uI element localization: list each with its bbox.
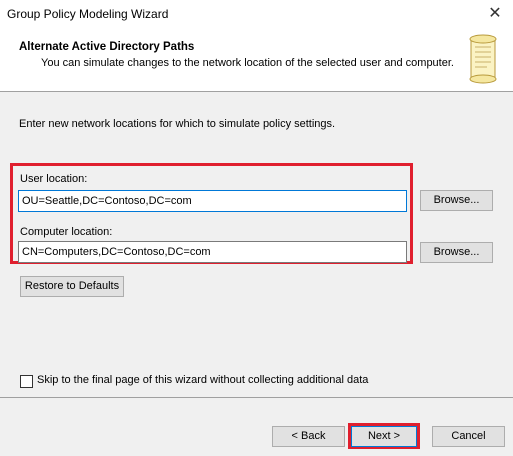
user-browse-button[interactable]: Browse... xyxy=(420,190,493,211)
back-button[interactable]: < Back xyxy=(272,426,345,447)
scroll-icon xyxy=(469,34,497,84)
restore-defaults-button[interactable]: Restore to Defaults xyxy=(20,276,124,297)
page-subtitle: You can simulate changes to the network … xyxy=(41,57,454,69)
next-button[interactable]: Next > xyxy=(351,426,417,447)
window-title: Group Policy Modeling Wizard xyxy=(7,7,169,21)
instruction-text: Enter new network locations for which to… xyxy=(19,118,336,130)
computer-location-label: Computer location: xyxy=(20,226,113,238)
skip-checkbox-label[interactable]: Skip to the final page of this wizard wi… xyxy=(37,374,368,386)
title-bar: Group Policy Modeling Wizard ✕ xyxy=(0,0,513,28)
cancel-button[interactable]: Cancel xyxy=(432,426,505,447)
close-icon[interactable]: ✕ xyxy=(485,4,505,24)
computer-location-input[interactable]: CN=Computers,DC=Contoso,DC=com xyxy=(18,241,407,263)
user-location-input[interactable]: OU=Seattle,DC=Contoso,DC=com xyxy=(18,190,407,212)
user-location-label: User location: xyxy=(20,173,88,185)
wizard-header: Alternate Active Directory Paths You can… xyxy=(0,28,513,92)
wizard-footer: < Back Next > Cancel xyxy=(0,397,513,456)
page-title: Alternate Active Directory Paths xyxy=(19,41,195,53)
skip-checkbox[interactable] xyxy=(20,375,33,388)
computer-browse-button[interactable]: Browse... xyxy=(420,242,493,263)
wizard-content: Enter new network locations for which to… xyxy=(0,92,513,397)
